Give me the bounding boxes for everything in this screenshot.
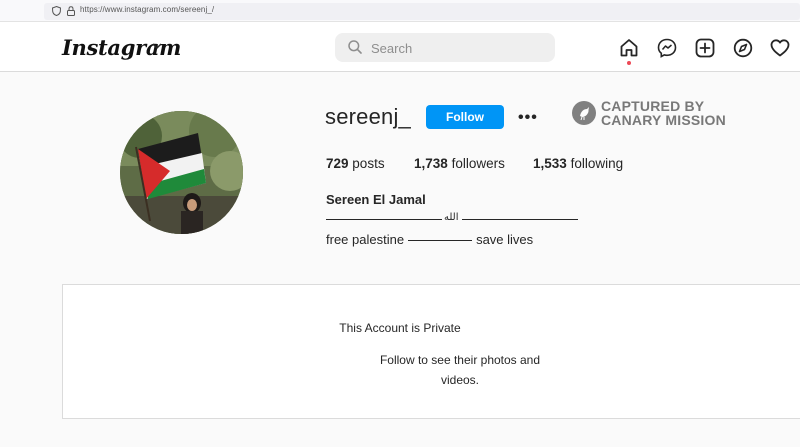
- following-stat[interactable]: 1,533 following: [533, 156, 623, 171]
- bio-line-2: free palestine save lives: [326, 232, 533, 247]
- bio-divider: [462, 219, 578, 220]
- followers-count: 1,738: [414, 156, 448, 171]
- followers-label: followers: [451, 156, 505, 171]
- followers-stat[interactable]: 1,738 followers: [414, 156, 505, 171]
- follow-button[interactable]: Follow: [426, 105, 504, 129]
- home-icon[interactable]: [619, 38, 639, 58]
- bio-text-end: save lives: [476, 232, 534, 247]
- bio-arabic-word: الله: [444, 212, 459, 223]
- canary-logo-icon: [572, 101, 596, 125]
- private-account-title: This Account is Private: [339, 321, 461, 335]
- posts-count: 729: [326, 156, 349, 171]
- bio-text-start: free palestine: [326, 232, 405, 247]
- watermark: CAPTURED BY CANARY MISSION: [572, 98, 732, 130]
- activity-heart-icon[interactable]: [770, 38, 790, 58]
- instagram-logo[interactable]: Instagram: [62, 35, 181, 60]
- search-icon: [348, 40, 362, 54]
- search-placeholder[interactable]: Search: [371, 41, 412, 56]
- notification-dot: [627, 61, 631, 65]
- url-text[interactable]: https://www.instagram.com/sereenj_/: [80, 5, 214, 14]
- following-label: following: [570, 156, 624, 171]
- avatar-photo: [120, 111, 243, 234]
- posts-label: posts: [352, 156, 385, 171]
- profile-full-name: Sereen El Jamal: [326, 192, 426, 207]
- shield-icon[interactable]: [52, 6, 61, 16]
- watermark-line-2: CANARY MISSION: [601, 112, 726, 128]
- profile-avatar[interactable]: [120, 111, 243, 234]
- bio-line-1: الله: [326, 212, 578, 224]
- posts-stat: 729 posts: [326, 156, 385, 171]
- lock-icon[interactable]: [67, 6, 75, 16]
- following-count: 1,533: [533, 156, 567, 171]
- bio-divider: [408, 240, 473, 242]
- more-options-icon[interactable]: •••: [518, 109, 538, 127]
- private-account-subtitle: Follow to see their photos and videos.: [379, 353, 541, 387]
- new-post-icon[interactable]: [695, 38, 715, 58]
- messenger-icon[interactable]: [657, 38, 677, 58]
- explore-icon[interactable]: [733, 38, 753, 58]
- search-input[interactable]: [335, 33, 555, 62]
- profile-username: sereenj_: [325, 104, 411, 129]
- chevron-down-icon[interactable]: [152, 43, 162, 50]
- bio-divider: [326, 219, 442, 220]
